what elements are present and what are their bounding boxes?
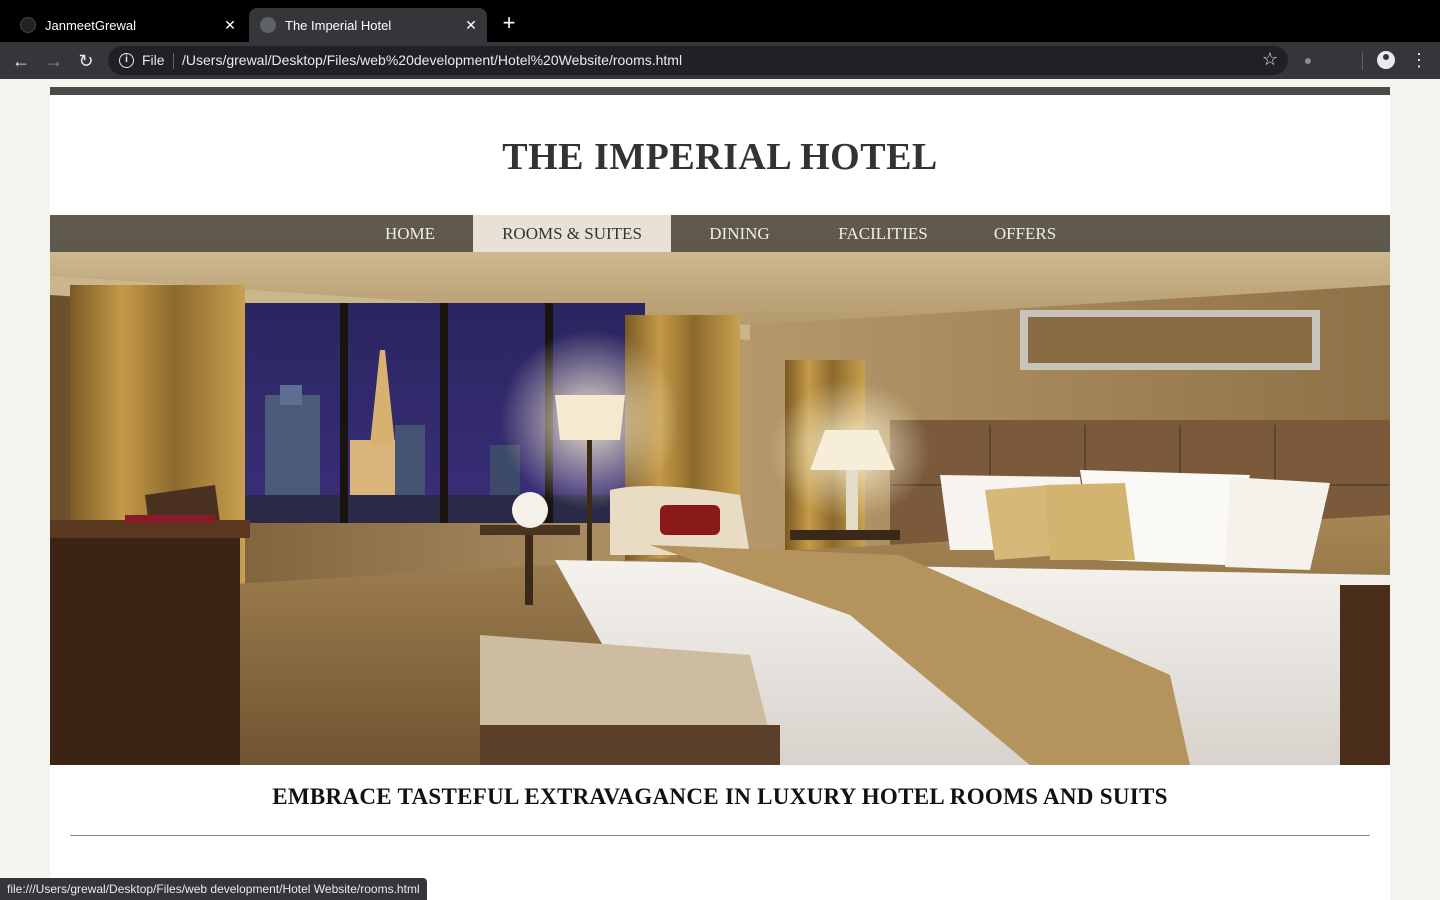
reload-icon[interactable]: ↻ bbox=[75, 50, 97, 72]
section-divider bbox=[70, 835, 1370, 836]
back-arrow-icon[interactable]: ← bbox=[10, 50, 32, 72]
divider bbox=[173, 53, 174, 69]
address-bar[interactable]: i File /Users/grewal/Desktop/Files/web%2… bbox=[108, 46, 1288, 75]
info-icon[interactable]: i bbox=[119, 53, 134, 68]
nav-offers[interactable]: OFFERS bbox=[980, 215, 1070, 252]
nav-rooms-suites[interactable]: ROOMS & SUITES bbox=[473, 215, 671, 252]
star-icon[interactable]: ☆ bbox=[1262, 49, 1278, 70]
page-container: THE IMPERIAL HOTEL HOME ROOMS & SUITES D… bbox=[50, 87, 1390, 900]
profile-icon[interactable] bbox=[1377, 51, 1395, 69]
url-text[interactable]: /Users/grewal/Desktop/Files/web%20develo… bbox=[182, 52, 682, 68]
globe-icon bbox=[260, 17, 276, 33]
close-icon[interactable]: ✕ bbox=[220, 17, 240, 34]
browser-toolbar: ← → ↻ i File /Users/grewal/Desktop/Files… bbox=[0, 42, 1440, 79]
hero-image bbox=[50, 215, 1390, 765]
close-icon[interactable]: ✕ bbox=[461, 17, 481, 34]
site-title: THE IMPERIAL HOTEL bbox=[502, 136, 938, 178]
github-icon bbox=[20, 17, 36, 33]
tab-title: JanmeetGrewal bbox=[45, 17, 137, 33]
rooms-tagline: EMBRACE TASTEFUL EXTRAVAGANCE IN LUXURY … bbox=[272, 784, 1168, 809]
scheme-label: File bbox=[142, 52, 165, 68]
tab-imperial-hotel[interactable]: The Imperial Hotel ✕ bbox=[249, 8, 487, 42]
extension-icon[interactable]: ● bbox=[1300, 52, 1316, 70]
status-bar-url: file:///Users/grewal/Desktop/Files/web d… bbox=[0, 878, 427, 900]
menu-dots-icon[interactable]: ⋮ bbox=[1410, 49, 1428, 71]
forward-arrow-icon[interactable]: → bbox=[43, 50, 65, 72]
divider bbox=[1362, 52, 1363, 70]
main-nav: HOME ROOMS & SUITES DINING FACILITIES OF… bbox=[50, 215, 1390, 252]
nav-home[interactable]: HOME bbox=[365, 215, 455, 252]
tab-github[interactable]: JanmeetGrewal ✕ bbox=[0, 8, 246, 42]
nav-dining[interactable]: DINING bbox=[694, 215, 785, 252]
new-tab-button[interactable]: + bbox=[498, 12, 520, 34]
top-accent-bar bbox=[50, 87, 1390, 95]
tab-title: The Imperial Hotel bbox=[285, 17, 392, 33]
nav-facilities[interactable]: FACILITIES bbox=[824, 215, 942, 252]
tab-strip: JanmeetGrewal ✕ The Imperial Hotel ✕ + bbox=[0, 0, 1440, 42]
